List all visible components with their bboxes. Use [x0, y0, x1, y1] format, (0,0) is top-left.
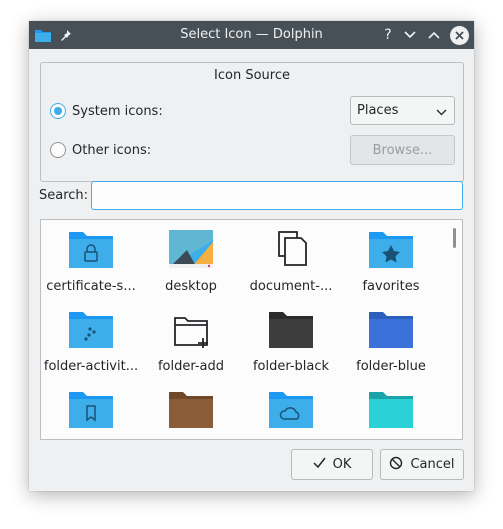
desktop-icon [167, 228, 215, 270]
cancel-label: Cancel [410, 457, 455, 472]
folder-add-icon [167, 308, 215, 350]
folder-brown-icon [167, 388, 215, 430]
icon-item[interactable]: desktop [141, 224, 241, 304]
icon-label: desktop [141, 279, 241, 294]
close-button[interactable] [448, 21, 470, 49]
icon-item[interactable]: folder-bookmark [41, 384, 141, 440]
icon-context-select[interactable]: Places [350, 96, 455, 125]
icon-item[interactable]: folder-cyan [341, 384, 441, 440]
document-icon [267, 228, 315, 270]
icon-source-group: Icon Source System icons: Places Other i… [40, 62, 464, 182]
folder-cyan-icon [367, 388, 415, 430]
icon-label-text: folder-brown [150, 439, 232, 440]
folder-activities-icon [67, 308, 115, 350]
icon-label-text: favorites [362, 279, 420, 294]
icon-context-value: Places [357, 103, 399, 118]
icon-item[interactable]: favorites [341, 224, 441, 304]
icon-item[interactable]: folder-blue [341, 304, 441, 384]
icon-item[interactable]: folder-add [141, 304, 241, 384]
folder-certificate-icon [67, 228, 115, 270]
icon-item[interactable]: document-... [241, 224, 341, 304]
folder-favorites-icon [367, 228, 415, 270]
cancel-icon [389, 456, 403, 474]
icon-label: folder-bookmark [41, 439, 141, 440]
cancel-button[interactable]: Cancel [380, 449, 464, 480]
search-input[interactable] [91, 181, 463, 210]
icon-label: folder-brown [141, 439, 241, 440]
icon-source-title: Icon Source [214, 68, 290, 83]
system-icons-radio[interactable] [50, 103, 66, 119]
other-icons-label[interactable]: Other icons: [72, 143, 151, 158]
icon-label-text: folder-add [157, 359, 225, 374]
browse-button[interactable]: Browse... [350, 135, 455, 165]
search-label: Search: [39, 188, 89, 203]
system-icons-label[interactable]: System icons: [72, 104, 163, 119]
icon-label-text: desktop [165, 279, 217, 294]
icon-label: folder-add [141, 359, 241, 374]
folder-cloud-icon [267, 388, 315, 430]
icon-label-text: folder-cloud [253, 439, 330, 440]
help-icon[interactable]: ? [379, 21, 397, 49]
icon-label: folder-cloud [241, 439, 341, 440]
icon-label: folder-black [241, 359, 341, 374]
other-icons-option[interactable]: Other icons: [50, 140, 151, 160]
chevron-down-icon [436, 105, 447, 120]
icon-list[interactable]: certificate-s... desktop document-... favor… [40, 219, 463, 440]
maximize-icon[interactable] [425, 21, 443, 49]
icon-label-text: folder-blue [356, 359, 426, 374]
icon-label-text: folder-black [252, 359, 330, 374]
checkmark-icon [313, 457, 326, 472]
icon-item[interactable]: folder-activit... [41, 304, 141, 384]
system-icons-option[interactable]: System icons: [50, 101, 163, 121]
icon-label-text: folder-cyan [355, 439, 428, 440]
icon-item[interactable]: folder-brown [141, 384, 241, 440]
ok-label: OK [332, 457, 352, 472]
minimize-icon[interactable] [401, 21, 419, 49]
title-bar[interactable]: Select Icon — Dolphin ? [29, 21, 474, 49]
icon-label: certificate-s... [41, 279, 141, 294]
select-icon-dialog: Select Icon — Dolphin ? Icon Source Syst… [29, 21, 474, 491]
folder-bookmark-icon [67, 388, 115, 430]
icon-label-text: folder-activit... [43, 359, 139, 374]
scrollbar[interactable] [453, 228, 456, 248]
other-icons-radio[interactable] [50, 142, 66, 158]
icon-label: document-... [241, 279, 341, 294]
icon-label-text: document-... [249, 279, 333, 294]
folder-black-icon [267, 308, 315, 350]
icon-item[interactable]: folder-cloud [241, 384, 341, 440]
folder-blue-icon [367, 308, 415, 350]
icon-item[interactable]: folder-black [241, 304, 341, 384]
icon-label-text: folder-bookmark [41, 439, 141, 440]
icon-label: folder-cyan [341, 439, 441, 440]
close-icon [449, 25, 469, 45]
ok-button[interactable]: OK [291, 449, 373, 480]
icon-label-text: certificate-s... [46, 279, 136, 294]
icon-item[interactable]: certificate-s... [41, 224, 141, 304]
icon-label: folder-blue [341, 359, 441, 374]
icon-label: folder-activit... [41, 359, 141, 374]
icon-label: favorites [341, 279, 441, 294]
